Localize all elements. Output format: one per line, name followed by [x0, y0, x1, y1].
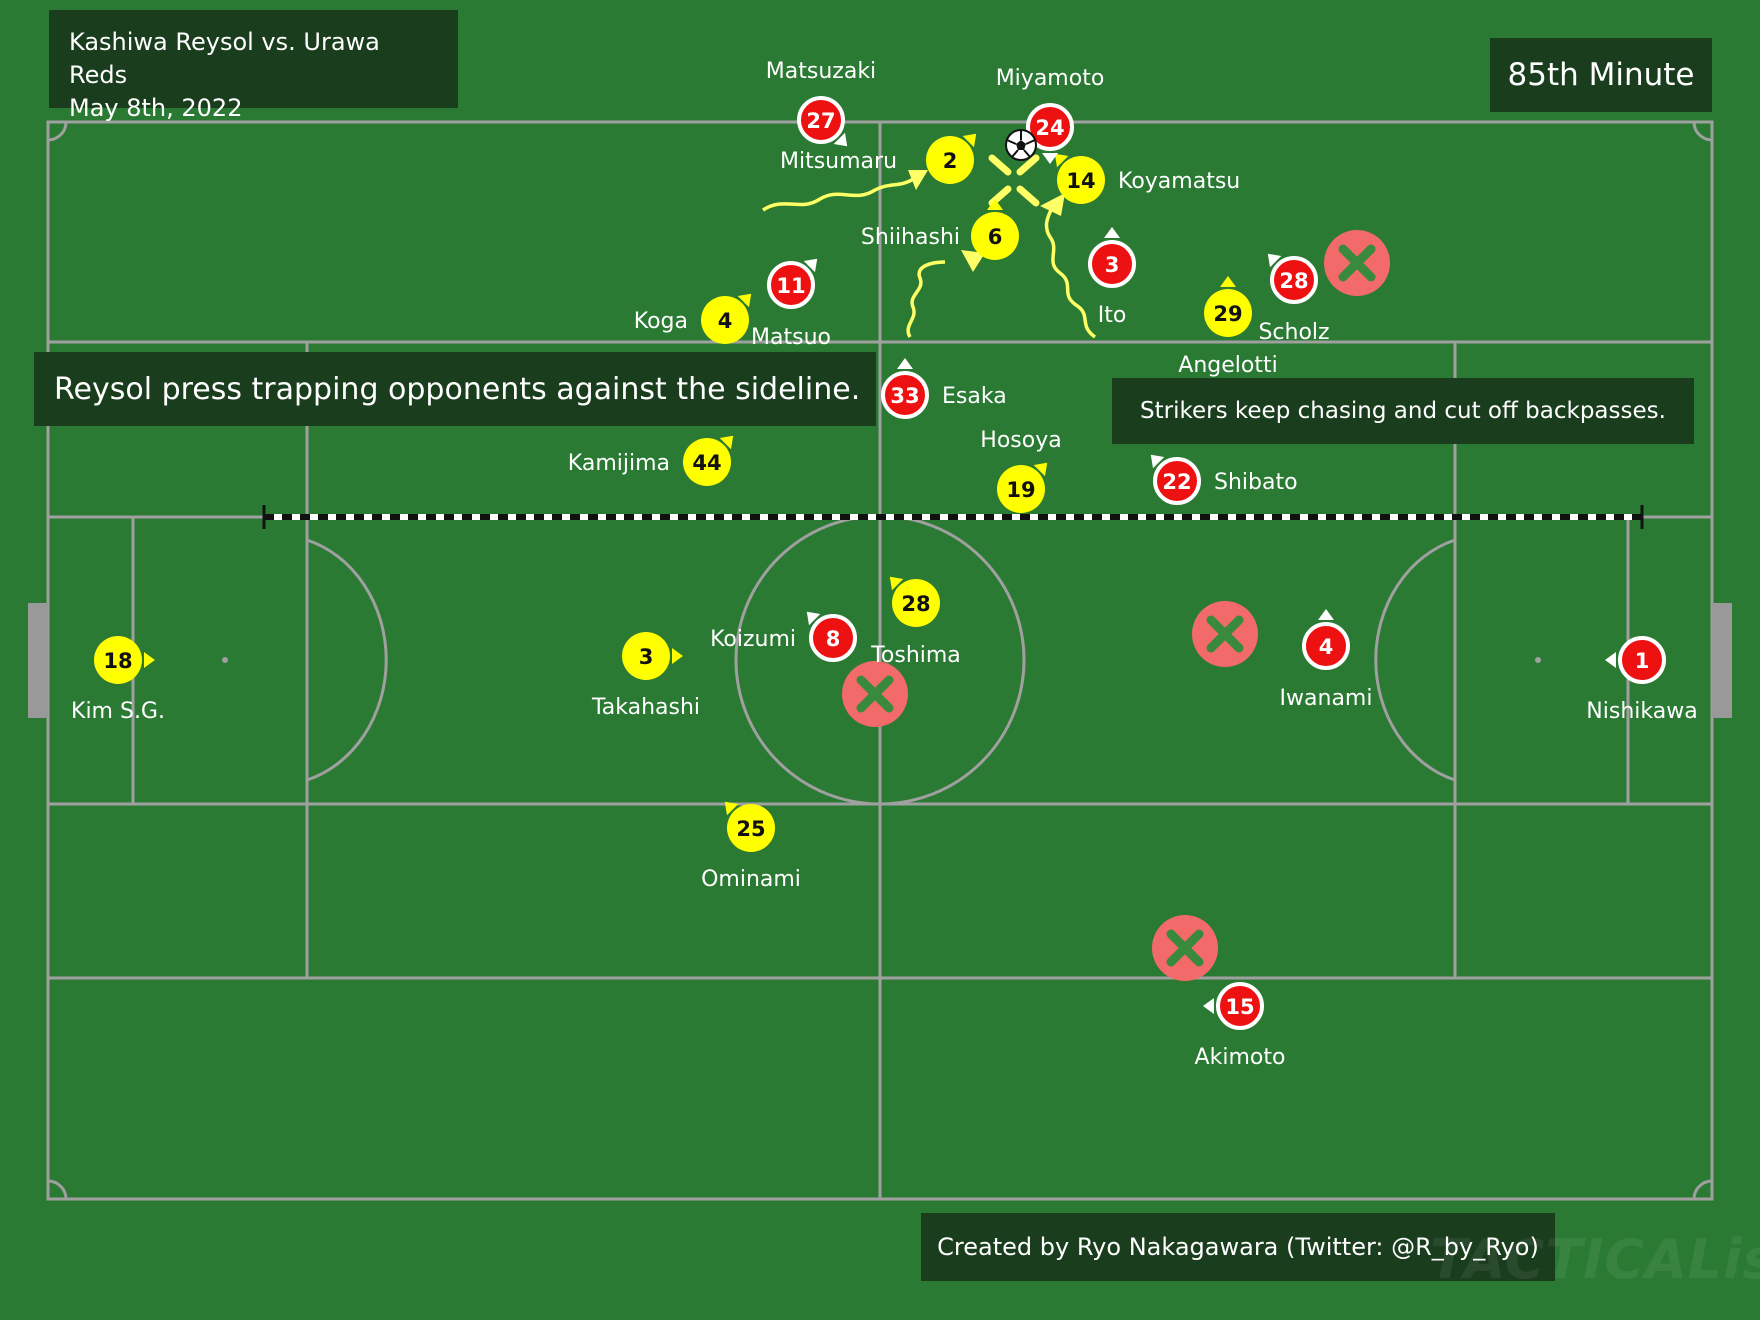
player-number: 24 [1035, 116, 1064, 140]
penalty-spot-right [1535, 657, 1541, 663]
player-number: 1 [1635, 649, 1650, 673]
player-number: 4 [1319, 635, 1334, 659]
player-name: Angelotti [1178, 353, 1277, 378]
player-name: Miyamoto [996, 66, 1105, 91]
player-number: 29 [1213, 302, 1242, 326]
pitch: 18Kim S.G.3Takahashi2Mitsumaru14 Koyamats… [0, 0, 1760, 1320]
player-name: Ito [1098, 303, 1127, 328]
player-name: Kamijima [568, 451, 670, 476]
player-name: Koga [634, 309, 688, 334]
match-date: May 8th, 2022 [69, 94, 243, 122]
player-name: Nishikawa [1586, 699, 1697, 724]
player-name: Shibato [1214, 470, 1298, 495]
player-name: Koyamatsu [1118, 169, 1240, 194]
match-minute: 85th Minute [1490, 38, 1712, 112]
player-name: Scholz [1258, 320, 1329, 345]
player-number: 15 [1225, 995, 1254, 1019]
match-info-box: Kashiwa Reysol vs. Urawa Reds May 8th, 2… [49, 10, 458, 122]
player-number: 11 [776, 274, 805, 298]
player-name: Kim S.G. [71, 699, 165, 724]
player-number: 28 [901, 592, 930, 616]
cross-mark-icon [1324, 230, 1390, 296]
player-number: 3 [1105, 253, 1120, 277]
goal-left [28, 603, 48, 718]
cross-mark-icon [1192, 601, 1258, 667]
tactical-diagram: 18 Kim S.G. 3 Takahashi 2 Mitsumaru 14 Koyamats… [0, 0, 1760, 1320]
watermark: TACTICALista [1430, 1228, 1760, 1291]
player-number: 4 [718, 309, 733, 333]
player-number: 25 [736, 817, 765, 841]
player-number: 3 [639, 645, 654, 669]
player-name: Esaka [942, 384, 1007, 409]
player-number: 44 [692, 451, 721, 475]
player-name: Mitsumaru [780, 149, 897, 174]
player-name: Toshima [870, 643, 961, 668]
player-name: Matsuzaki [766, 59, 876, 84]
soccer-ball-icon [1005, 129, 1037, 161]
player-name: Akimoto [1195, 1045, 1286, 1070]
player-number: 18 [103, 649, 132, 673]
player-number: 28 [1279, 269, 1308, 293]
player-number: 2 [943, 149, 958, 173]
player-name: Matsuo [751, 325, 831, 350]
tactic-note: Strikers keep chasing and cut off backpa… [1112, 378, 1694, 444]
match-title: Kashiwa Reysol vs. Urawa Reds [69, 28, 380, 89]
cross-mark-icon [1152, 915, 1218, 981]
player-number: 22 [1162, 470, 1191, 494]
player-name: Shiihashi [861, 225, 960, 250]
player-name: Takahashi [591, 695, 700, 720]
player-number: 33 [890, 384, 919, 408]
player-number: 27 [806, 109, 835, 133]
player-number: 14 [1066, 169, 1095, 193]
player-name: Iwanami [1280, 686, 1373, 711]
goal-right [1712, 603, 1732, 718]
player-name: Ominami [701, 867, 801, 892]
player-number: 8 [826, 627, 841, 651]
player-name: Koizumi [710, 627, 796, 652]
tactic-caption: Reysol press trapping opponents against … [34, 352, 876, 426]
player-name: Hosoya [980, 428, 1061, 453]
player-number: 19 [1006, 478, 1035, 502]
cross-mark-icon [842, 661, 908, 727]
player-number: 6 [988, 225, 1003, 249]
penalty-spot-left [222, 657, 228, 663]
